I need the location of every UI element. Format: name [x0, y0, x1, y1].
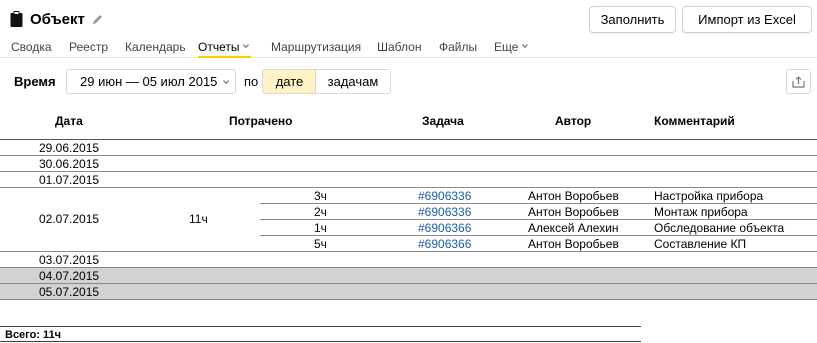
date-cell: 02.07.2015 — [39, 212, 100, 226]
grand-total: Всего: 11ч — [5, 329, 62, 341]
tab-template[interactable]: Шаблон — [377, 40, 421, 54]
total-divider — [0, 341, 641, 342]
date-range-picker[interactable]: 29 июн — 05 июл 2015 — [66, 69, 236, 94]
hours-cell: 5ч — [314, 237, 327, 251]
column-header-task: Задача — [422, 114, 464, 128]
total-divider — [0, 326, 641, 327]
date-cell: 05.07.2015 — [39, 285, 100, 299]
author-cell: Антон Воробьев — [528, 205, 619, 219]
row-divider — [0, 267, 817, 268]
row-divider — [0, 139, 817, 140]
tab-more[interactable]: Еще — [494, 40, 529, 54]
date-cell: 03.07.2015 — [39, 253, 100, 267]
column-header-date: Дата — [55, 114, 83, 128]
page-header: Объект — [10, 9, 104, 29]
task-link[interactable]: #6906336 — [418, 205, 471, 220]
row-divider — [0, 299, 817, 300]
tab-bar: Сводка Реестр Календарь Отчеты Маршрутиз… — [0, 36, 817, 58]
comment-cell: Обследование объекта — [654, 221, 785, 235]
tab-registry[interactable]: Реестр — [69, 40, 108, 54]
row-divider — [0, 187, 817, 188]
column-header-spent: Потрачено — [229, 114, 293, 128]
row-divider — [0, 171, 817, 172]
weekend-row-highlight — [0, 268, 817, 284]
date-cell: 29.06.2015 — [39, 141, 100, 155]
tab-more-label: Еще — [494, 40, 519, 54]
hours-cell: 3ч — [314, 189, 327, 203]
tab-calendar[interactable]: Календарь — [125, 40, 186, 54]
page-title: Объект — [30, 10, 85, 28]
group-by-task-button[interactable]: задачам — [315, 69, 391, 94]
chevron-down-icon — [243, 44, 250, 49]
chevron-down-icon — [522, 44, 529, 49]
group-by-date-button[interactable]: дате — [262, 69, 316, 94]
task-link[interactable]: #6906366 — [418, 221, 471, 236]
tab-routing[interactable]: Маршрутизация — [271, 40, 361, 54]
tab-reports[interactable]: Отчеты — [198, 40, 252, 58]
comment-cell: Настройка прибора — [654, 189, 764, 203]
author-cell: Антон Воробьев — [528, 237, 619, 251]
hours-cell: 2ч — [314, 205, 327, 219]
date-cell: 01.07.2015 — [39, 173, 100, 187]
edit-pencil-icon[interactable] — [91, 13, 104, 26]
row-divider — [0, 155, 817, 156]
weekend-row-highlight — [0, 284, 817, 300]
export-icon — [792, 75, 805, 88]
comment-cell: Составление КП — [654, 237, 747, 251]
column-header-author: Автор — [555, 114, 592, 128]
date-cell: 04.07.2015 — [39, 269, 100, 283]
date-cell: 30.06.2015 — [39, 157, 100, 171]
column-header-comment: Комментарий — [654, 114, 735, 128]
export-button[interactable] — [786, 69, 811, 94]
import-excel-button[interactable]: Импорт из Excel — [682, 6, 812, 33]
time-label: Время — [14, 74, 56, 89]
chevron-down-icon — [223, 79, 230, 84]
author-cell: Антон Воробьев — [528, 189, 619, 203]
day-total-cell: 11ч — [189, 212, 208, 226]
tab-reports-label: Отчеты — [198, 40, 240, 54]
clipboard-icon — [10, 11, 23, 27]
task-link[interactable]: #6906366 — [418, 237, 471, 252]
task-link[interactable]: #6906336 — [418, 189, 471, 204]
row-divider — [0, 283, 817, 284]
comment-cell: Монтаж прибора — [654, 205, 748, 219]
tab-summary[interactable]: Сводка — [11, 40, 52, 54]
group-by-label: по — [244, 74, 259, 89]
date-range-value: 29 июн — 05 июл 2015 — [80, 74, 218, 89]
hours-cell: 1ч — [314, 221, 327, 235]
author-cell: Алексей Алехин — [528, 221, 619, 235]
tab-files[interactable]: Файлы — [439, 40, 477, 54]
fill-button[interactable]: Заполнить — [589, 6, 676, 33]
